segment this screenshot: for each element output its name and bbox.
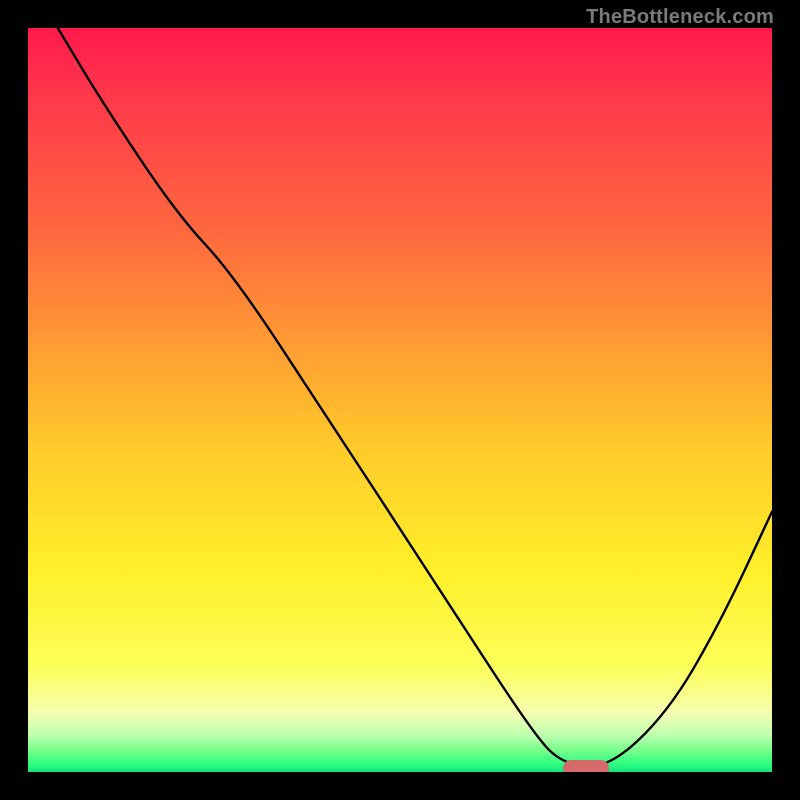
optimal-marker [563,760,609,772]
bottleneck-curve [58,28,772,767]
chart-frame: TheBottleneck.com [0,0,800,800]
plot-area [28,28,772,772]
attribution-label: TheBottleneck.com [586,6,774,29]
curve-layer [28,28,772,772]
